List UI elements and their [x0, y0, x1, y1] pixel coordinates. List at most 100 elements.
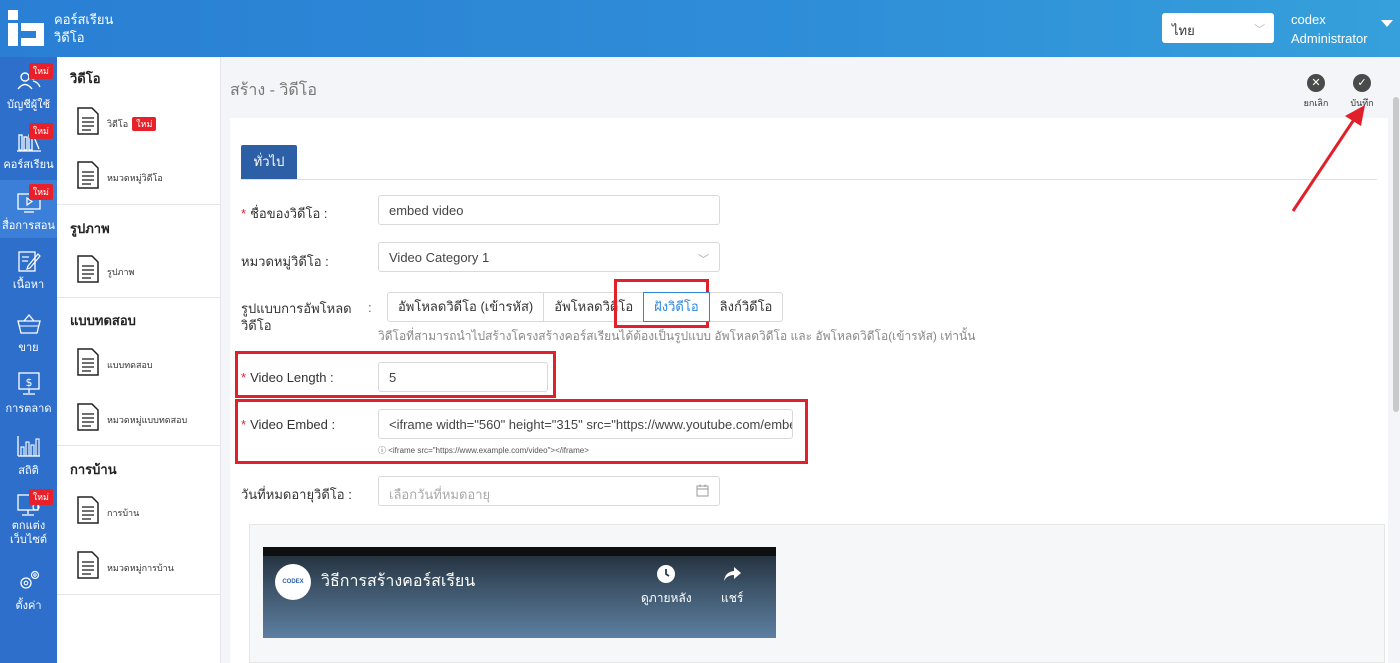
clock-icon [657, 565, 676, 583]
nav-sales[interactable]: ขาย [0, 302, 57, 360]
nav-content-label: เนื้อหา [12, 279, 45, 291]
calendar-icon [696, 484, 709, 497]
nav-sales-label: ขาย [18, 342, 39, 354]
submenu-item-homework-category[interactable]: หมวดหมู่การบ้าน [77, 551, 217, 581]
submenu-section-title: แบบทดสอบ [70, 313, 136, 328]
page-title: สร้าง - วิดีโอ [230, 82, 317, 99]
upload-option-embed[interactable]: ฝังวิดีโอ [643, 292, 710, 322]
upload-type-segmented: อัพโหลดวิดีโอ (เข้ารหัส) อัพโหลดวิดีโอ ฝ… [387, 292, 784, 322]
video-name-label-text: ชื่อของวิดีโอ : [250, 206, 328, 221]
app-logo-icon[interactable] [8, 10, 44, 46]
share-button[interactable]: แชร์ [721, 563, 743, 608]
nav-website-label: ตกแต่ง เว็บไซต์ [0, 519, 57, 547]
chevron-down-icon: ﹀ [1254, 24, 1265, 36]
submenu-item-video-category[interactable]: หมวดหมู่วิดีโอ [77, 161, 217, 191]
submenu-section-video: วิดีโอ วิดีโอ ใหม่ หมวดหมู่วิดีโอ [57, 57, 221, 205]
upload-option-encrypted[interactable]: อัพโหลดวิดีโอ (เข้ารหัส) [387, 292, 545, 322]
video-title[interactable]: วิธีการสร้างคอร์สเรียน [321, 569, 475, 594]
submenu-section-quiz: แบบทดสอบ แบบทดสอบ หมวดหมู่แบบทดสอบ [57, 298, 221, 446]
submenu-item-label: หมวดหมู่การบ้าน [107, 563, 174, 573]
watch-later-label: ดูภายหลัง [641, 591, 692, 605]
share-label: แชร์ [721, 591, 744, 605]
scrollbar[interactable] [1393, 97, 1399, 412]
new-badge: ใหม่ [132, 117, 157, 131]
submenu-item-label-text: วิดีโอ [107, 119, 129, 129]
upload-type-label-line-2: วิดีโอ [241, 318, 272, 333]
nav-stats[interactable]: สถิติ [0, 427, 57, 485]
submenu-item-video[interactable]: วิดีโอ ใหม่ [77, 107, 217, 137]
user-role: Administrator [1291, 31, 1368, 46]
nav-content[interactable]: เนื้อหา [0, 241, 57, 299]
chart-icon [16, 436, 40, 457]
document-icon [77, 496, 99, 524]
nav-media[interactable]: ใหม่ สื่อการสอน [0, 180, 57, 238]
document-icon [77, 255, 99, 283]
document-icon [77, 107, 99, 135]
svg-text:$: $ [25, 376, 32, 389]
submenu-item-label: แบบทดสอบ [107, 360, 153, 370]
nav-marketing-label: การตลาด [5, 403, 52, 415]
user-name: codex [1291, 12, 1326, 27]
channel-logo[interactable]: CODEX [275, 564, 311, 600]
submenu-section-image: รูปภาพ รูปภาพ [57, 205, 221, 298]
nav-settings-label: ตั้งค่า [15, 600, 42, 612]
user-menu-caret-icon[interactable] [1381, 20, 1393, 27]
user-menu[interactable]: codex Administrator [1291, 10, 1368, 48]
submenu-item-homework[interactable]: การบ้าน [77, 496, 217, 526]
submenu-item-label: หมวดหมู่แบบทดสอบ [107, 415, 188, 425]
video-top-bar [263, 547, 776, 556]
submenu-section-title: วิดีโอ [70, 71, 101, 86]
document-icon [77, 161, 99, 189]
video-category-value: Video Category 1 [389, 250, 490, 265]
submenu-item-label: การบ้าน [107, 508, 140, 518]
brand-line-1: คอร์สเรียน [54, 12, 114, 27]
upload-type-colon: : [368, 300, 372, 315]
expire-date-input[interactable]: เลือกวันที่หมดอายุ [378, 476, 720, 506]
gear-icon [19, 570, 39, 589]
video-category-select[interactable]: Video Category 1 ﹀ [378, 242, 720, 272]
submenu-item-quiz[interactable]: แบบทดสอบ [77, 348, 217, 378]
nav-settings[interactable]: ตั้งค่า [0, 562, 57, 620]
new-badge: ใหม่ [28, 63, 53, 79]
tab-divider [241, 179, 1377, 180]
close-icon: ✕ [1307, 74, 1325, 92]
video-name-input[interactable]: embed video [378, 195, 720, 225]
upload-type-label: รูปแบบการอัพโหลด วิดีโอ [241, 300, 352, 334]
edit-icon [17, 251, 41, 272]
nav-users[interactable]: ใหม่ บัญชีผู้ใช้ [0, 59, 57, 117]
basket-icon [16, 313, 41, 334]
brand-name: คอร์สเรียน วิดีโอ [54, 11, 113, 47]
nav-courses[interactable]: ใหม่ คอร์สเรียน [0, 119, 57, 177]
share-icon [724, 567, 742, 581]
highlight-video-length [235, 351, 556, 398]
language-select[interactable]: ไทย ﹀ [1162, 13, 1274, 43]
dollar-screen-icon: $ [17, 372, 40, 395]
nav-stats-label: สถิติ [18, 465, 39, 477]
document-icon [77, 551, 99, 579]
video-category-label: หมวดหมู่วิดีโอ : [241, 254, 329, 269]
document-icon [77, 348, 99, 376]
watch-later-button[interactable]: ดูภายหลัง [641, 563, 692, 608]
brand-line-2: วิดีโอ [54, 30, 85, 45]
submenu-item-label: หมวดหมู่วิดีโอ [107, 173, 163, 183]
highlight-video-embed [235, 399, 808, 464]
nav-media-label: สื่อการสอน [2, 220, 55, 232]
new-badge: ใหม่ [28, 489, 53, 505]
submenu-item-image[interactable]: รูปภาพ [77, 255, 217, 285]
embedded-video-player[interactable]: CODEX วิธีการสร้างคอร์สเรียน ดูภายหลัง แ… [263, 547, 776, 638]
nav-users-label: บัญชีผู้ใช้ [6, 99, 51, 111]
nav-marketing[interactable]: $ การตลาด [0, 363, 57, 421]
nav-website[interactable]: ใหม่ ตกแต่ง เว็บไซต์ [0, 485, 57, 555]
submenu-item-quiz-category[interactable]: หมวดหมู่แบบทดสอบ [77, 403, 217, 433]
submenu-item-label: รูปภาพ [107, 267, 135, 277]
video-name-label: * ชื่อของวิดีโอ : [241, 203, 328, 224]
nav-courses-label: คอร์สเรียน [3, 159, 54, 171]
upload-option-link[interactable]: ลิงก์วิดีโอ [708, 292, 784, 322]
main-nav-rail: ใหม่ บัญชีผู้ใช้ ใหม่ คอร์สเรียน ใหม่ สื… [0, 57, 57, 663]
nav-website-label-line-2: เว็บไซต์ [9, 534, 48, 546]
submenu-item-label: วิดีโอ ใหม่ [107, 117, 157, 131]
tab-general[interactable]: ทั่วไป [241, 145, 297, 179]
new-badge: ใหม่ [28, 123, 53, 139]
annotation-arrow-icon [1291, 105, 1365, 212]
language-value: ไทย [1172, 23, 1195, 38]
